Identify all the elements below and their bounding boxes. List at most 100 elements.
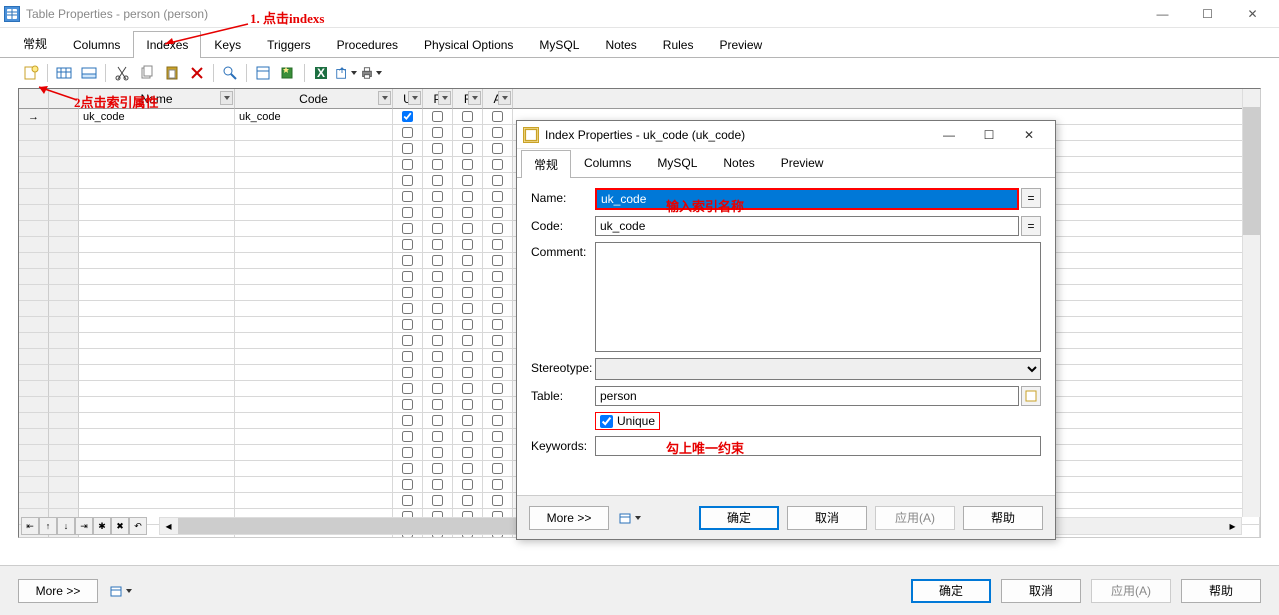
table-cell[interactable] (79, 125, 235, 141)
table-cell[interactable] (483, 205, 513, 221)
table-cell[interactable] (79, 445, 235, 461)
table-cell[interactable] (19, 381, 49, 397)
table-cell[interactable] (235, 477, 393, 493)
grid-checkbox[interactable] (492, 447, 503, 458)
table-cell[interactable] (393, 237, 423, 253)
tab-keys[interactable]: Keys (201, 31, 254, 58)
table-cell[interactable] (49, 141, 79, 157)
grid-checkbox[interactable] (432, 319, 443, 330)
table-cell[interactable] (235, 253, 393, 269)
column-header[interactable] (513, 89, 1260, 109)
table-cell[interactable] (483, 173, 513, 189)
grid-checkbox[interactable] (402, 191, 413, 202)
delete-icon[interactable] (186, 62, 208, 84)
table-cell[interactable] (453, 221, 483, 237)
table-cell[interactable] (79, 157, 235, 173)
tools-dropdown-icon[interactable] (108, 580, 134, 602)
grid-checkbox[interactable] (402, 399, 413, 410)
table-cell[interactable] (235, 317, 393, 333)
table-cell[interactable] (423, 189, 453, 205)
table-cell[interactable] (423, 285, 453, 301)
table-cell[interactable] (393, 173, 423, 189)
table-cell[interactable] (423, 365, 453, 381)
grid-checkbox[interactable] (462, 175, 473, 186)
table-cell[interactable] (453, 237, 483, 253)
tab-preview[interactable]: Preview (706, 31, 775, 58)
apply-button[interactable]: 应用(A) (1091, 579, 1171, 603)
table-cell[interactable] (483, 253, 513, 269)
table-cell[interactable] (453, 333, 483, 349)
table-cell[interactable] (393, 269, 423, 285)
vertical-scrollbar[interactable] (1242, 89, 1260, 517)
table-cell[interactable] (49, 301, 79, 317)
insert-row-icon[interactable] (53, 62, 75, 84)
column-header[interactable]: F (453, 89, 483, 109)
table-cell[interactable] (19, 173, 49, 189)
table-cell[interactable] (19, 141, 49, 157)
dlg-tab-mysql[interactable]: MySQL (644, 150, 710, 178)
table-cell[interactable] (49, 253, 79, 269)
grid-checkbox[interactable] (402, 335, 413, 346)
table-cell[interactable] (393, 189, 423, 205)
table-cell[interactable] (393, 429, 423, 445)
table-cell[interactable] (393, 493, 423, 509)
table-cell[interactable] (79, 205, 235, 221)
grid-checkbox[interactable] (492, 111, 503, 122)
table-cell[interactable] (453, 125, 483, 141)
name-input[interactable] (595, 188, 1019, 210)
table-cell[interactable] (453, 477, 483, 493)
table-cell[interactable] (49, 493, 79, 509)
table-cell[interactable] (423, 109, 453, 125)
tab-rules[interactable]: Rules (650, 31, 707, 58)
grid-checkbox[interactable] (492, 127, 503, 138)
table-cell[interactable] (393, 125, 423, 141)
table-cell[interactable] (79, 429, 235, 445)
grid-checkbox[interactable] (402, 303, 413, 314)
table-cell[interactable] (483, 189, 513, 205)
table-cell[interactable] (235, 301, 393, 317)
table-cell[interactable] (393, 461, 423, 477)
grid-checkbox[interactable] (492, 159, 503, 170)
tab-procedures[interactable]: Procedures (324, 31, 411, 58)
table-cell[interactable] (235, 333, 393, 349)
stereotype-select[interactable] (595, 358, 1041, 380)
grid-checkbox[interactable] (492, 271, 503, 282)
grid-checkbox[interactable] (432, 431, 443, 442)
dlg-tab-notes[interactable]: Notes (710, 150, 767, 178)
table-cell[interactable] (235, 125, 393, 141)
grid-checkbox[interactable] (432, 111, 443, 122)
table-cell[interactable] (19, 109, 49, 125)
table-cell[interactable] (393, 349, 423, 365)
table-cell[interactable] (49, 365, 79, 381)
grid-checkbox[interactable] (492, 383, 503, 394)
table-cell[interactable] (235, 445, 393, 461)
table-cell[interactable] (483, 445, 513, 461)
table-cell[interactable] (235, 493, 393, 509)
table-cell[interactable] (393, 301, 423, 317)
grid-checkbox[interactable] (402, 431, 413, 442)
dialog-close-button[interactable]: ✕ (1009, 123, 1049, 147)
column-header[interactable] (19, 89, 49, 109)
grid-checkbox[interactable] (492, 335, 503, 346)
table-cell[interactable] (79, 397, 235, 413)
table-cell[interactable] (423, 477, 453, 493)
dlg-apply-button[interactable]: 应用(A) (875, 506, 955, 530)
grid-checkbox[interactable] (432, 383, 443, 394)
table-cell[interactable] (79, 189, 235, 205)
table-cell[interactable] (453, 413, 483, 429)
grid-checkbox[interactable] (432, 335, 443, 346)
table-cell[interactable] (483, 125, 513, 141)
table-cell[interactable] (49, 333, 79, 349)
table-cell[interactable] (19, 125, 49, 141)
code-input[interactable] (595, 216, 1019, 236)
table-cell[interactable] (483, 429, 513, 445)
ok-button[interactable]: 确定 (911, 579, 991, 603)
table-cell[interactable] (235, 461, 393, 477)
grid-checkbox[interactable] (462, 191, 473, 202)
column-header[interactable]: U (393, 89, 423, 109)
grid-checkbox[interactable] (402, 479, 413, 490)
grid-checkbox[interactable] (432, 303, 443, 314)
grid-checkbox[interactable] (432, 159, 443, 170)
table-cell[interactable] (423, 157, 453, 173)
table-cell[interactable] (453, 445, 483, 461)
